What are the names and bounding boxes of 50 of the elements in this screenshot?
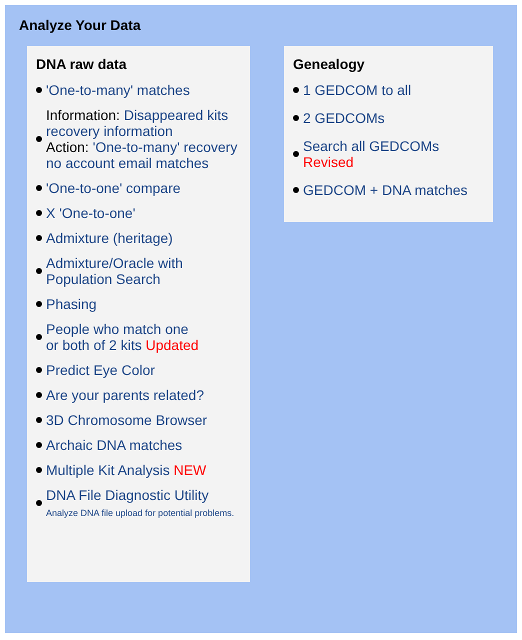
- bullet-icon: [36, 235, 42, 241]
- status-tag: Revised: [303, 154, 354, 170]
- tool-link[interactable]: 3D Chromosome Browser: [46, 412, 208, 428]
- tool-link[interactable]: Population Search: [46, 271, 160, 287]
- item-description: Analyze DNA file upload for potential problems.: [46, 508, 234, 518]
- status-tag: NEW: [174, 462, 206, 478]
- bullet-icon: [36, 467, 42, 473]
- bullet-icon: [36, 185, 42, 191]
- tool-link[interactable]: Are your parents related?: [46, 387, 204, 403]
- bullet-icon: [293, 115, 299, 121]
- item-label: Information:: [46, 107, 120, 123]
- tool-link[interactable]: Admixture (heritage): [46, 230, 173, 246]
- tool-link[interactable]: 2 GEDCOMs: [303, 110, 385, 126]
- tool-link[interactable]: no account email matches: [46, 155, 209, 171]
- tool-link[interactable]: Search all GEDCOMs: [303, 138, 440, 154]
- tool-link[interactable]: DNA File Diagnostic Utility: [46, 487, 209, 503]
- bullet-icon: [36, 334, 42, 340]
- tool-link[interactable]: Admixture/Oracle with: [46, 255, 183, 271]
- bullet-icon: [36, 210, 42, 216]
- bullet-icon: [36, 87, 42, 93]
- item-label: Action:: [46, 139, 89, 155]
- bullet-icon: [36, 500, 42, 506]
- tool-link[interactable]: 'One-to-many' recovery: [92, 139, 238, 155]
- tool-link[interactable]: X 'One-to-one': [46, 205, 136, 221]
- tool-link[interactable]: People who match one: [46, 321, 188, 337]
- page-title: Analyze Your Data: [19, 17, 141, 33]
- bullet-icon: [36, 417, 42, 423]
- status-tag: Updated: [146, 337, 199, 353]
- tool-link[interactable]: 'One-to-many' matches: [46, 82, 190, 98]
- tool-link[interactable]: 1 GEDCOM to all: [303, 82, 412, 98]
- card-heading: Genealogy: [293, 56, 365, 72]
- tool-link[interactable]: 'One-to-one' compare: [46, 180, 181, 196]
- bullet-icon: [36, 367, 42, 373]
- tool-link[interactable]: or both of 2 kits: [46, 337, 142, 353]
- tool-link[interactable]: GEDCOM + DNA matches: [303, 182, 468, 198]
- bullet-icon: [293, 151, 299, 157]
- bullet-icon: [36, 442, 42, 448]
- card-heading: DNA raw data: [36, 56, 127, 72]
- bullet-icon: [36, 268, 42, 274]
- bullet-icon: [293, 187, 299, 193]
- bullet-icon: [293, 87, 299, 93]
- bullet-icon: [36, 301, 42, 307]
- bullet-icon: [36, 136, 42, 142]
- tool-link[interactable]: Predict Eye Color: [46, 362, 155, 378]
- tool-link[interactable]: Archaic DNA matches: [46, 437, 182, 453]
- bullet-icon: [36, 392, 42, 398]
- tool-link[interactable]: Phasing: [46, 296, 97, 312]
- tool-link[interactable]: Disappeared kits: [124, 107, 228, 123]
- tool-link[interactable]: recovery information: [46, 123, 173, 139]
- tool-link[interactable]: Multiple Kit Analysis: [46, 462, 170, 478]
